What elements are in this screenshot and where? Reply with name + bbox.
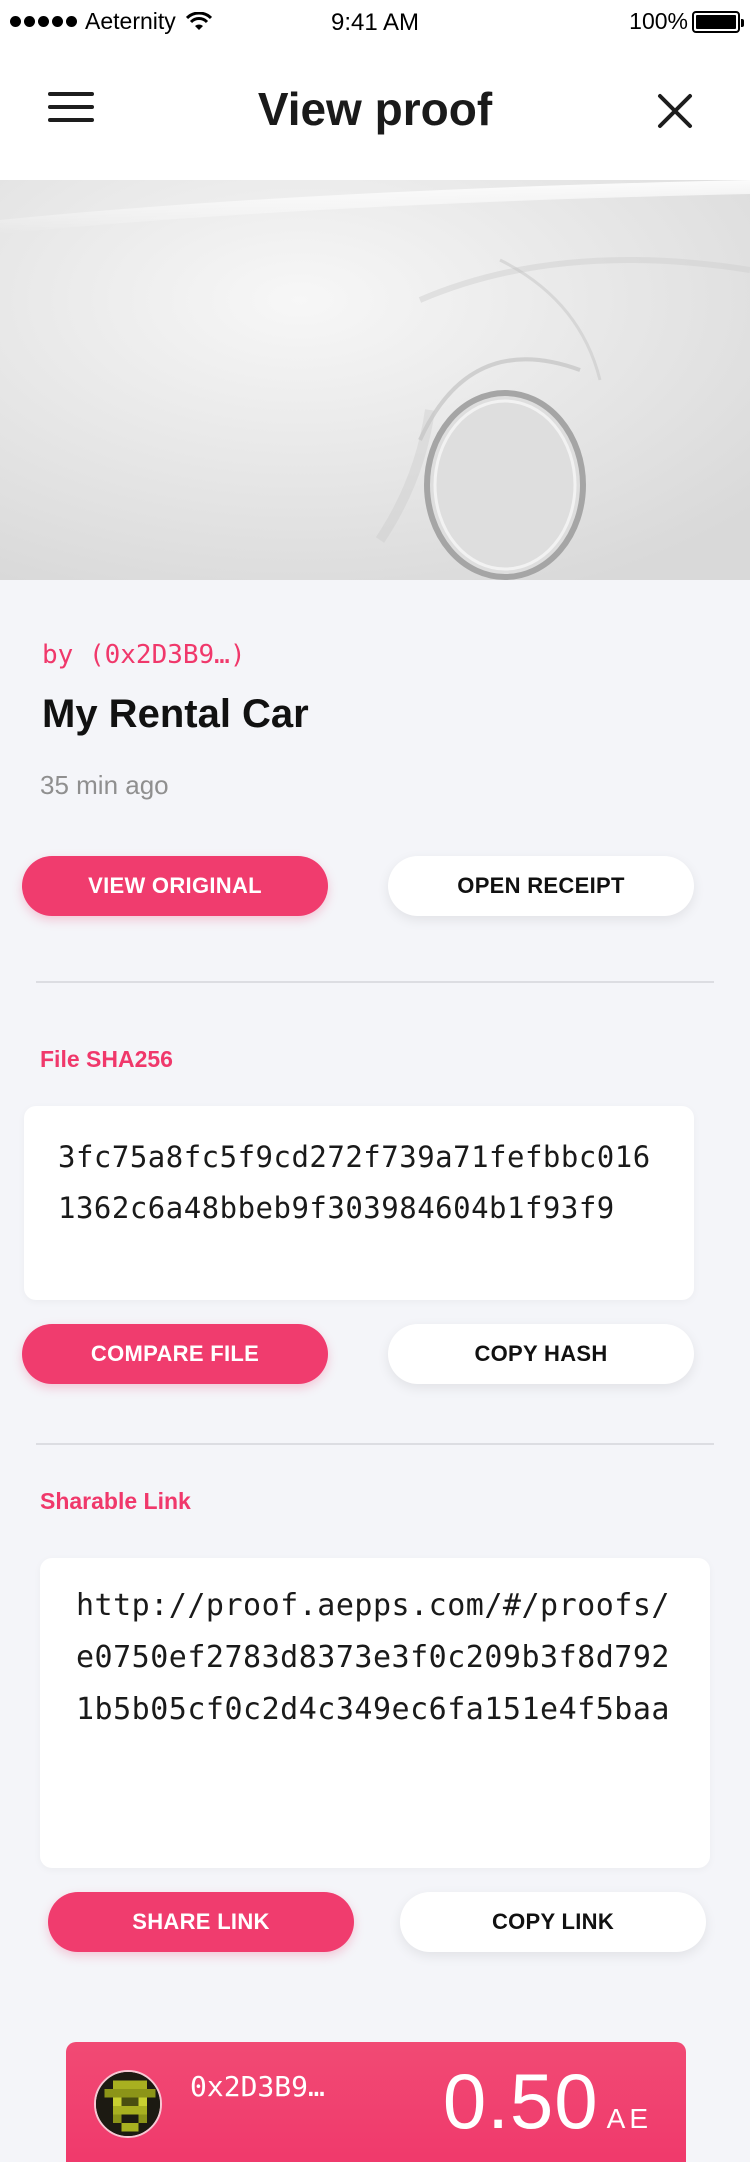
share-link-button[interactable]: SHARE LINK [48, 1892, 354, 1952]
sharable-link-label: Sharable Link [40, 1488, 191, 1514]
copy-hash-button[interactable]: COPY HASH [388, 1324, 694, 1384]
close-icon[interactable] [654, 90, 696, 132]
avatar [94, 2070, 162, 2138]
battery-percentage: 100% [629, 8, 688, 34]
navigation-bar: View proof [0, 44, 750, 180]
sharable-link-value[interactable]: http://proof.aepps.com/#/proofs/e0750ef2… [76, 1580, 674, 1736]
open-receipt-button[interactable]: OPEN RECEIPT [388, 856, 694, 916]
divider [36, 1443, 714, 1445]
balance-unit: AE [606, 2103, 652, 2134]
compare-file-button[interactable]: COMPARE FILE [22, 1324, 328, 1384]
proof-author: by (0x2D3B9…) [42, 640, 246, 670]
sharable-link-card: http://proof.aepps.com/#/proofs/e0750ef2… [40, 1558, 710, 1868]
file-hash-label: File SHA256 [40, 1046, 173, 1072]
proof-timestamp: 35 min ago [40, 770, 169, 800]
wallet-balance: 0.50 AE [443, 2056, 652, 2147]
status-bar: Aeternity 9:41 AM 100% [0, 0, 750, 44]
file-hash-value: 3fc75a8fc5f9cd272f739a71fefbbc0161362c6a… [58, 1140, 651, 1225]
wallet-address: 0x2D3B9… [190, 2070, 325, 2103]
page-title: View proof [257, 83, 493, 135]
car-fuel-cap-photo [0, 180, 750, 580]
proof-image [0, 180, 750, 580]
divider [36, 981, 714, 983]
file-hash-card: 3fc75a8fc5f9cd272f739a71fefbbc0161362c6a… [24, 1106, 694, 1300]
balance-value: 0.50 [442, 2057, 599, 2145]
battery-icon [692, 10, 744, 33]
copy-link-button[interactable]: COPY LINK [400, 1892, 706, 1952]
wallet-card[interactable]: 0x2D3B9… 0.50 AE [66, 2042, 686, 2162]
status-right: 100% [629, 8, 744, 35]
proof-title: My Rental Car [42, 692, 309, 736]
view-original-button[interactable]: VIEW ORIGINAL [22, 856, 328, 916]
